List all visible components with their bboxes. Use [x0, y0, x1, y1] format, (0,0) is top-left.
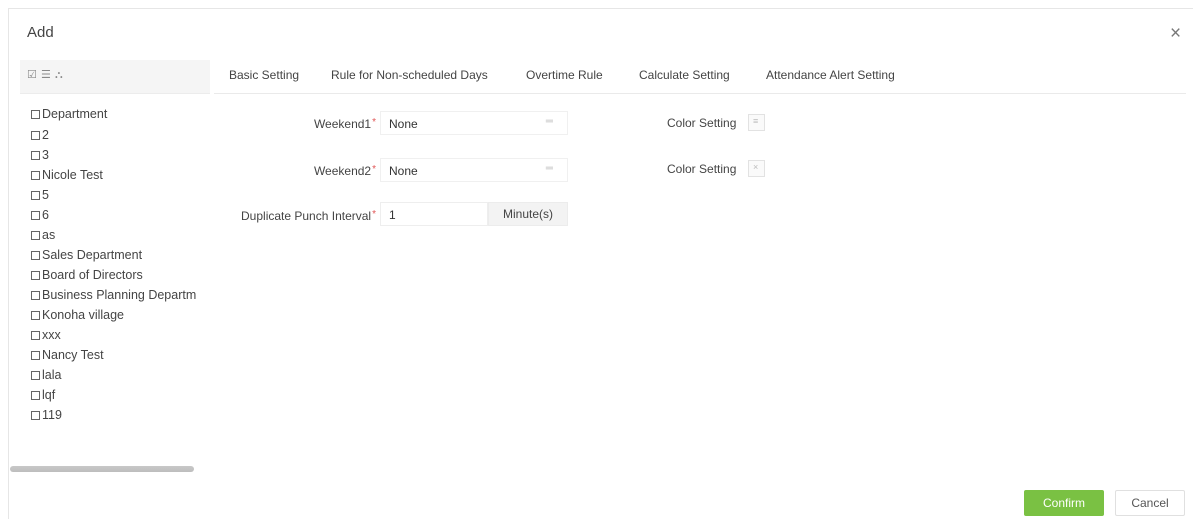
checkbox[interactable] [31, 170, 40, 180]
color-picker-2[interactable]: × [748, 160, 765, 177]
tab-overtime-rule[interactable]: Overtime Rule [526, 68, 603, 82]
checkbox[interactable] [31, 410, 40, 420]
cancel-button[interactable]: Cancel [1115, 490, 1185, 516]
weekend1-select[interactable]: None ═ [380, 111, 568, 135]
tree-item[interactable]: Business Planning Departm [31, 285, 221, 305]
confirm-button[interactable]: Confirm [1024, 490, 1104, 516]
tree-item[interactable]: lala [31, 365, 221, 385]
tree-item[interactable]: Konoha village [31, 305, 221, 325]
color-picker-1[interactable]: ≡ [748, 114, 765, 131]
tree-toolbar: ☑ ☰ ⛬ [20, 60, 210, 94]
dropdown-icon: ═ [545, 163, 553, 174]
checkbox[interactable] [31, 130, 40, 140]
tree-item[interactable]: xxx [31, 325, 221, 345]
checkbox[interactable] [31, 190, 40, 200]
dropdown-icon: ═ [545, 116, 553, 127]
tab-non-scheduled-days[interactable]: Rule for Non-scheduled Days [331, 68, 488, 82]
tree-item[interactable]: Department [31, 103, 221, 125]
tree-item[interactable]: Sales Department [31, 245, 221, 265]
dialog-title: Add [27, 24, 54, 41]
checkbox[interactable] [31, 310, 40, 320]
weekend1-label: Weekend1* [313, 117, 376, 131]
checkbox[interactable] [31, 230, 40, 240]
list-icon[interactable]: ☰ [41, 68, 51, 82]
weekend1-value: None [389, 117, 418, 131]
hierarchy-icon[interactable]: ⛬ [55, 68, 63, 82]
checkbox[interactable] [31, 250, 40, 260]
checkbox[interactable] [31, 350, 40, 360]
tree-item[interactable]: 3 [31, 145, 221, 165]
weekend2-select[interactable]: None ═ [380, 158, 568, 182]
clear-icon: × [753, 162, 759, 172]
color-setting-2-label: Color Setting [667, 162, 737, 176]
tree-item[interactable]: 6 [31, 205, 221, 225]
tab-basic-setting[interactable]: Basic Setting [229, 68, 299, 82]
color-setting-1-label: Color Setting [667, 116, 737, 130]
checkbox[interactable] [31, 390, 40, 400]
duplicate-punch-value: 1 [389, 208, 396, 222]
checkbox[interactable] [31, 210, 40, 220]
close-icon[interactable]: × [1170, 24, 1181, 43]
checkbox[interactable] [31, 150, 40, 160]
duplicate-punch-input[interactable]: 1 [380, 202, 488, 226]
picker-icon: ≡ [753, 116, 759, 126]
tree-item[interactable]: Nicole Test [31, 165, 221, 185]
check-all-icon[interactable]: ☑ [27, 68, 37, 82]
weekend2-value: None [389, 164, 418, 178]
tree-item[interactable]: 5 [31, 185, 221, 205]
duplicate-punch-label: Duplicate Punch Interval* [241, 209, 376, 223]
tree-item[interactable]: lqf [31, 385, 221, 405]
checkbox[interactable] [31, 370, 40, 380]
checkbox[interactable] [31, 109, 40, 119]
tree-item[interactable]: 2 [31, 125, 221, 145]
checkbox[interactable] [31, 290, 40, 300]
tree-item[interactable]: 119 [31, 405, 221, 425]
checkbox[interactable] [31, 270, 40, 280]
department-tree: Department 2 3 Nicole Test 5 6 as Sales … [31, 103, 221, 425]
tab-calculate-setting[interactable]: Calculate Setting [639, 68, 730, 82]
tree-item[interactable]: Board of Directors [31, 265, 221, 285]
minutes-unit-label: Minute(s) [488, 202, 568, 226]
checkbox[interactable] [31, 330, 40, 340]
tree-item[interactable]: Nancy Test [31, 345, 221, 365]
weekend2-label: Weekend2* [313, 164, 376, 178]
tab-bar: Basic Setting Rule for Non-scheduled Day… [214, 60, 1186, 94]
tab-attendance-alert-setting[interactable]: Attendance Alert Setting [766, 68, 895, 82]
tree-horizontal-scrollbar[interactable] [10, 466, 194, 472]
tree-item[interactable]: as [31, 225, 221, 245]
